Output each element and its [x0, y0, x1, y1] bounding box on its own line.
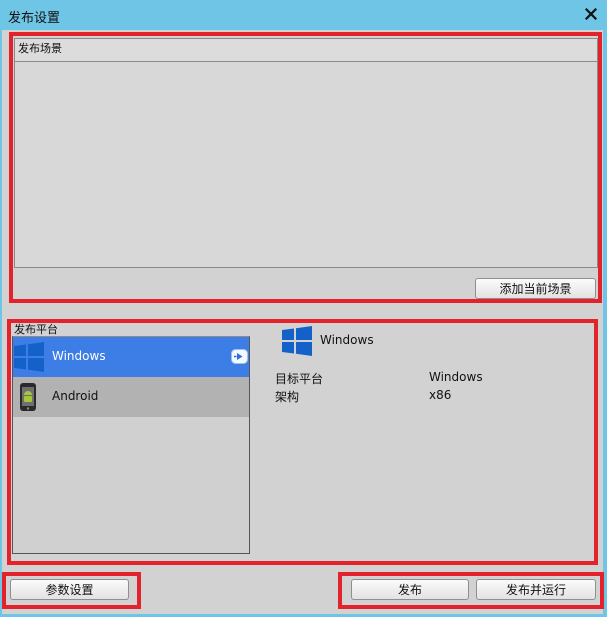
highlight-box-publish: [338, 572, 604, 609]
highlight-box-settings: [2, 572, 141, 609]
close-icon: [585, 8, 597, 20]
dialog-title: 发布设置: [8, 11, 61, 26]
highlight-box-scenes: [9, 32, 602, 303]
highlight-box-platforms: [7, 319, 598, 565]
title-bar[interactable]: 发布设置: [0, 0, 607, 30]
publish-settings-dialog: 发布设置 发布场景 添加当前场景 发布平台 Windows Android Wi…: [0, 0, 607, 617]
close-button[interactable]: [581, 4, 601, 24]
